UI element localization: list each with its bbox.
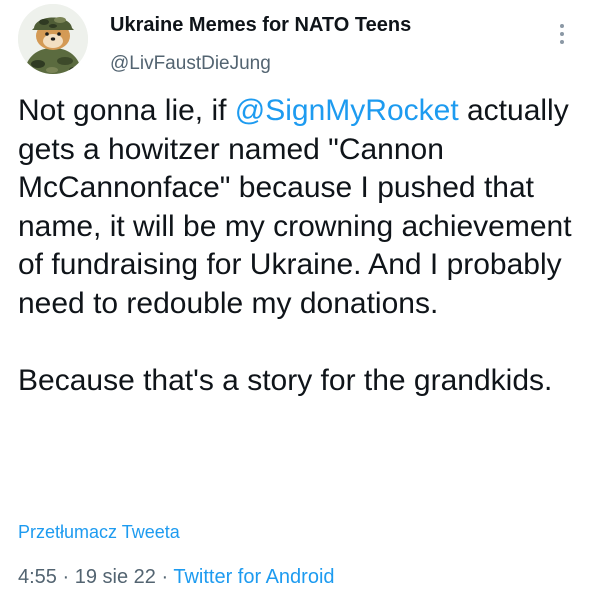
separator: · xyxy=(161,566,169,588)
tweet-source-link[interactable]: Twitter for Android xyxy=(173,566,334,588)
tweet-paragraph-2: Because that's a story for the grandkids… xyxy=(18,363,553,397)
tweet-date[interactable]: 19 sie 22 xyxy=(75,566,156,588)
tweet-text-segment: actually gets a howitzer named "Cannon M… xyxy=(18,94,572,320)
tweet-paragraph-1: Not gonna lie, if @SignMyRocket actually… xyxy=(18,92,578,324)
tweet-text: Not gonna lie, if @SignMyRocket actually… xyxy=(18,92,578,400)
author-handle[interactable]: @LivFaustDieJung xyxy=(110,53,271,75)
mention-link[interactable]: @SignMyRocket xyxy=(235,94,459,127)
translate-tweet-link[interactable]: Przetłumacz Tweeta xyxy=(18,522,180,543)
avatar[interactable] xyxy=(18,4,88,74)
shiba-dog-camouflage-avatar-icon xyxy=(18,4,88,74)
tweet-text-segment: Not gonna lie, if xyxy=(18,94,235,127)
dot xyxy=(560,40,564,44)
author-display-name[interactable]: Ukraine Memes for NATO Teens xyxy=(110,14,411,37)
more-options-button[interactable] xyxy=(548,22,576,46)
vertical-dots-icon xyxy=(560,24,564,28)
tweet-meta: 4:55 · 19 sie 22 · Twitter for Android xyxy=(18,566,335,589)
tweet-time[interactable]: 4:55 xyxy=(18,566,57,588)
dot xyxy=(560,32,564,36)
separator: · xyxy=(62,566,70,588)
